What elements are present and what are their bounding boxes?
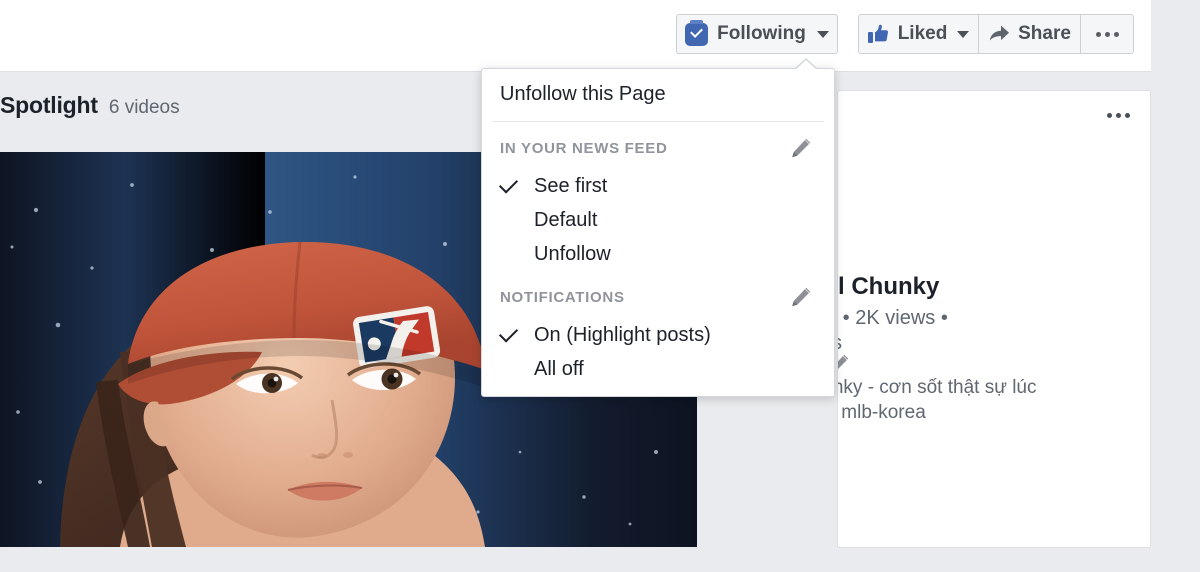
spotlight-header: Spotlight 6 videos — [0, 92, 180, 119]
menu-section-news-feed: IN YOUR NEWS FEED — [482, 122, 834, 169]
ellipsis-icon — [1107, 113, 1130, 118]
thumbs-up-icon — [867, 24, 888, 43]
following-check-icon — [685, 19, 709, 46]
chevron-down-icon — [816, 30, 829, 38]
menu-item-label: On (Highlight posts) — [534, 323, 711, 346]
menu-item-label: See first — [534, 174, 608, 197]
video-card-more-button[interactable] — [1107, 113, 1130, 118]
liked-button[interactable]: Liked — [859, 15, 979, 53]
pencil-icon — [792, 287, 811, 307]
liked-button-label: Liked — [897, 23, 948, 44]
menu-section-notifications: NOTIFICATIONS — [482, 271, 834, 318]
notifications-edit-button[interactable] — [790, 286, 812, 308]
more-options-button[interactable] — [1081, 15, 1133, 53]
check-slot — [498, 323, 534, 343]
menu-item-unfollow[interactable]: Unfollow — [482, 237, 834, 271]
video-title: all Chunky — [838, 273, 940, 300]
menu-item-unfollow-page[interactable]: Unfollow this Page — [482, 69, 834, 121]
menu-item-see-first[interactable]: See first — [482, 169, 834, 203]
menu-item-label: Unfollow — [534, 242, 611, 265]
pencil-icon — [838, 354, 849, 369]
share-button-label: Share — [1018, 23, 1071, 44]
menu-section-label: IN YOUR NEWS FEED — [500, 139, 668, 157]
check-icon — [498, 323, 519, 343]
page-title: Spotlight — [0, 92, 98, 118]
following-button[interactable]: Following — [676, 14, 838, 54]
menu-item-default[interactable]: Default — [482, 203, 834, 237]
news-feed-edit-button[interactable] — [790, 137, 812, 159]
menu-item-notifications-on[interactable]: On (Highlight posts) — [482, 318, 834, 352]
check-slot — [498, 174, 534, 194]
video-meta-line-1: o • 2K views • — [837, 307, 948, 329]
ellipsis-icon — [1095, 31, 1119, 37]
page-root: Following Liked Share Spotlight 6 videos — [0, 0, 1200, 572]
like-share-group: Liked Share — [858, 14, 1134, 54]
menu-section-label: NOTIFICATIONS — [500, 288, 625, 306]
share-button[interactable]: Share — [979, 15, 1081, 53]
menu-item-notifications-off[interactable]: All off — [482, 352, 834, 386]
following-dropdown-menu: Unfollow this Page IN YOUR NEWS FEED See… — [481, 58, 835, 397]
share-arrow-icon — [989, 25, 1010, 41]
menu-caret — [795, 60, 817, 70]
video-meta-line-2: s — [838, 332, 842, 355]
menu-item-label: Default — [534, 208, 598, 231]
following-button-label: Following — [717, 23, 806, 44]
video-description: Chunky - cơn sốt thật sự lúc đre : mlb-k… — [838, 377, 1037, 423]
check-icon — [498, 174, 519, 194]
video-edit-button[interactable] — [838, 353, 850, 375]
menu-item-label: All off — [534, 357, 584, 380]
chevron-down-icon — [957, 30, 970, 38]
video-info-card: all Chunky o • 2K views • s Chunky - cơn… — [837, 90, 1151, 548]
pencil-icon — [792, 138, 811, 158]
spotlight-video-count: 6 videos — [108, 97, 180, 118]
